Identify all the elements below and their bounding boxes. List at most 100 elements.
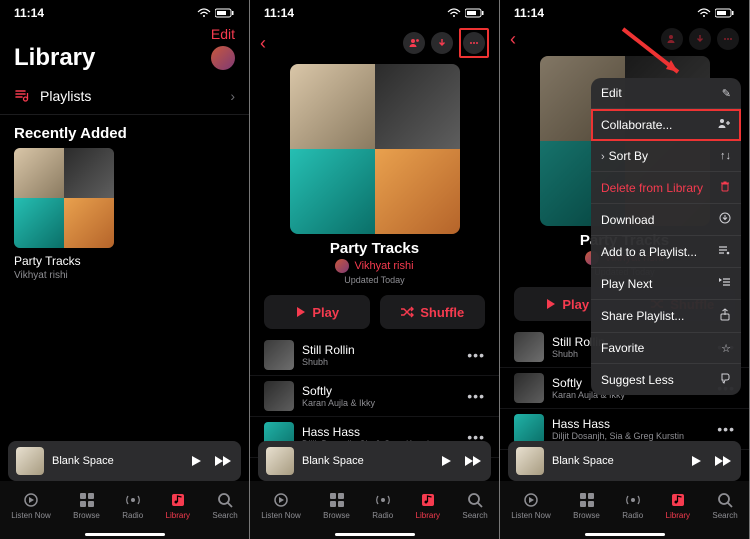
track-more-button[interactable]: •••	[467, 347, 485, 363]
collaborator-button[interactable]	[403, 32, 425, 54]
pencil-icon: ✎	[722, 87, 731, 100]
more-button[interactable]	[717, 28, 739, 50]
annotation-arrow	[618, 24, 688, 84]
menu-sort[interactable]: ›Sort By↑↓	[591, 141, 741, 172]
tab-search[interactable]: Search	[212, 491, 237, 520]
play-icon[interactable]	[439, 454, 453, 468]
edit-button[interactable]: Edit	[211, 26, 235, 42]
album-name: Party Tracks	[14, 254, 235, 268]
menu-share[interactable]: Share Playlist...	[591, 300, 741, 333]
track-row[interactable]: SoftlyKaran Aujla & Ikky•••	[250, 376, 499, 417]
menu-suggest-less[interactable]: Suggest Less	[591, 364, 741, 395]
track-art	[264, 381, 294, 411]
status-time: 11:14	[14, 6, 44, 20]
status-time: 11:14	[264, 6, 294, 20]
tab-radio[interactable]: Radio	[122, 491, 143, 520]
tab-library[interactable]: Library	[416, 491, 440, 520]
screen-context-menu: 11:14 ‹ Party Tracks Vikhyat rishi Updat…	[500, 0, 750, 539]
track-art	[514, 414, 544, 444]
track-more-button[interactable]: •••	[717, 421, 735, 437]
shuffle-button[interactable]: Shuffle	[380, 295, 486, 329]
menu-download[interactable]: Download	[591, 204, 741, 236]
playlist-author[interactable]: Vikhyat rishi	[354, 260, 413, 272]
play-icon[interactable]	[689, 454, 703, 468]
forward-icon[interactable]	[213, 454, 233, 468]
menu-delete[interactable]: Delete from Library	[591, 172, 741, 204]
section-recently-added: Recently Added	[0, 115, 249, 148]
thumbs-down-icon	[719, 372, 731, 387]
download-button[interactable]	[689, 28, 711, 50]
now-playing-bar[interactable]: Blank Space	[508, 441, 741, 481]
home-indicator	[585, 533, 665, 536]
playlist-updated: Updated Today	[250, 275, 499, 285]
playlist-icon	[14, 88, 30, 104]
home-indicator	[85, 533, 165, 536]
status-indicators	[447, 8, 485, 18]
now-playing-art	[516, 447, 544, 475]
status-indicators	[697, 8, 735, 18]
page-title: Library	[14, 44, 95, 72]
track-art	[514, 332, 544, 362]
download-icon	[719, 212, 731, 227]
nav-playlists[interactable]: Playlists ›	[0, 78, 249, 115]
tab-browse[interactable]: Browse	[73, 491, 100, 520]
tab-listen-now[interactable]: Listen Now	[261, 491, 301, 520]
status-time: 11:14	[514, 6, 544, 20]
tab-bar: Listen Now Browse Radio Library Search	[500, 481, 749, 539]
track-more-button[interactable]: •••	[467, 388, 485, 404]
album-artist: Vikhyat rishi	[14, 270, 235, 281]
sort-arrows-icon: ↑↓	[720, 150, 731, 162]
menu-add-playlist[interactable]: Add to a Playlist...	[591, 236, 741, 268]
now-playing-art	[16, 447, 44, 475]
now-playing-title: Blank Space	[52, 455, 181, 467]
playlist-art[interactable]	[290, 64, 460, 234]
tab-bar: Listen Now Browse Radio Library Search	[250, 481, 499, 539]
share-icon	[719, 308, 731, 324]
trash-icon	[719, 180, 731, 195]
menu-favorite[interactable]: Favorite☆	[591, 333, 741, 364]
track-art	[514, 373, 544, 403]
back-button[interactable]: ‹	[260, 33, 266, 54]
playlist-name: Party Tracks	[250, 240, 499, 257]
tab-library[interactable]: Library	[666, 491, 690, 520]
tab-radio[interactable]: Radio	[622, 491, 643, 520]
tab-search[interactable]: Search	[712, 491, 737, 520]
context-menu: Edit✎ Collaborate... ›Sort By↑↓ Delete f…	[591, 78, 741, 395]
track-art	[264, 340, 294, 370]
menu-play-next[interactable]: Play Next	[591, 268, 741, 300]
tab-browse[interactable]: Browse	[323, 491, 350, 520]
tab-search[interactable]: Search	[462, 491, 487, 520]
now-playing-art	[266, 447, 294, 475]
queue-icon	[718, 276, 731, 291]
tab-browse[interactable]: Browse	[573, 491, 600, 520]
download-button[interactable]	[431, 32, 453, 54]
screen-playlist: 11:14 ‹ Party Tracks Vikhyat rishi Updat…	[250, 0, 500, 539]
chevron-right-icon: ›	[601, 151, 605, 163]
tab-listen-now[interactable]: Listen Now	[511, 491, 551, 520]
tab-listen-now[interactable]: Listen Now	[11, 491, 51, 520]
status-bar: 11:14	[250, 0, 499, 22]
tab-library[interactable]: Library	[166, 491, 190, 520]
playlist-add-icon	[718, 244, 731, 259]
now-playing-title: Blank Space	[552, 455, 681, 467]
star-icon: ☆	[721, 342, 731, 355]
status-bar: 11:14	[0, 0, 249, 22]
now-playing-bar[interactable]: Blank Space	[8, 441, 241, 481]
status-bar: 11:14	[500, 0, 749, 22]
play-icon[interactable]	[189, 454, 203, 468]
now-playing-bar[interactable]: Blank Space	[258, 441, 491, 481]
forward-icon[interactable]	[463, 454, 483, 468]
tab-radio[interactable]: Radio	[372, 491, 393, 520]
more-button[interactable]	[463, 32, 485, 54]
back-button[interactable]: ‹	[510, 29, 516, 50]
person-add-icon	[717, 117, 731, 132]
now-playing-title: Blank Space	[302, 455, 431, 467]
track-row[interactable]: Still RollinShubh•••	[250, 335, 499, 376]
profile-avatar[interactable]	[211, 46, 235, 70]
menu-collaborate[interactable]: Collaborate...	[591, 109, 741, 141]
forward-icon[interactable]	[713, 454, 733, 468]
home-indicator	[335, 533, 415, 536]
chevron-right-icon: ›	[230, 88, 235, 104]
play-button[interactable]: Play	[264, 295, 370, 329]
album-art[interactable]	[14, 148, 114, 248]
